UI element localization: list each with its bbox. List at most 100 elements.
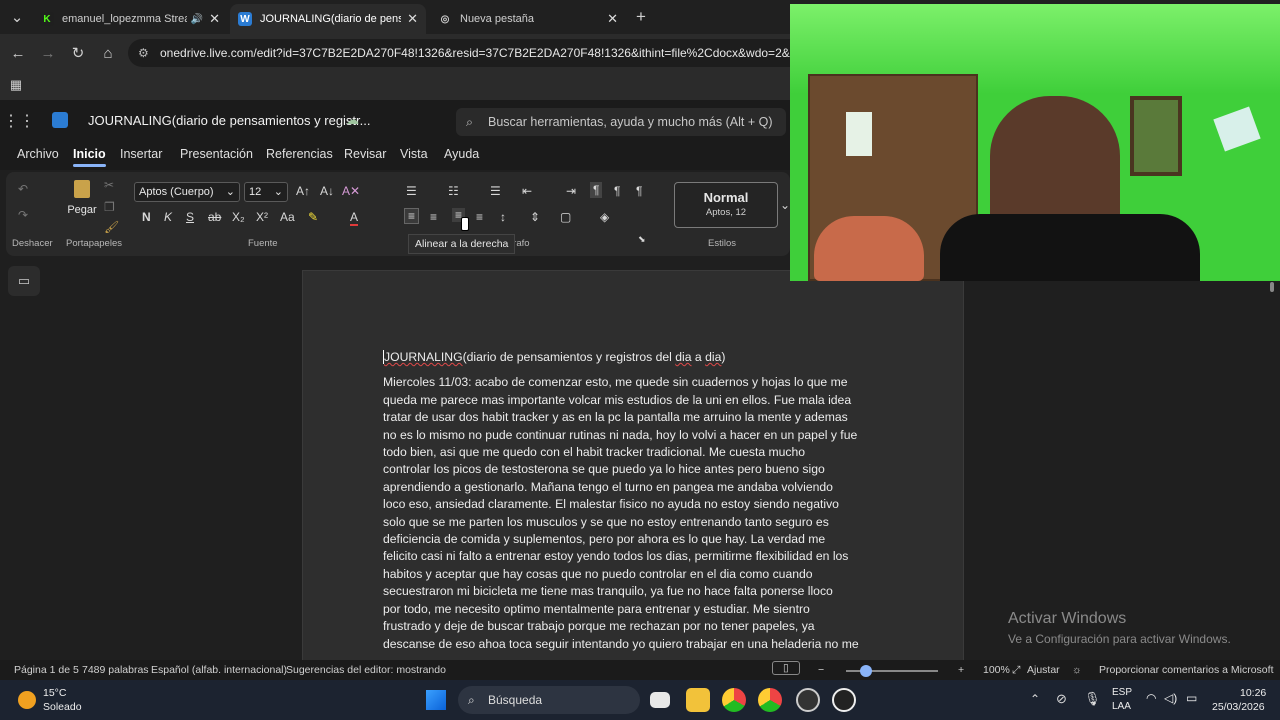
paragraph-spacing-icon[interactable]: ⇕	[530, 210, 540, 224]
ltr-icon[interactable]: ¶	[590, 182, 603, 198]
language-status[interactable]: Español (alfab. internacional)	[151, 664, 287, 676]
tab-stream[interactable]: K emanuel_lopezmma Stream 🔊 ✕	[32, 4, 228, 34]
document-title[interactable]: JOURNALING(diario de pensamientos y regi…	[88, 113, 371, 128]
page-view-icon[interactable]: ▯	[772, 661, 800, 675]
paste-button[interactable]: Pegar	[64, 180, 100, 230]
clear-format-icon[interactable]: A✕	[342, 184, 360, 198]
borders-icon[interactable]: ▢	[560, 210, 571, 224]
increase-indent-icon[interactable]: ⇥	[566, 184, 576, 198]
network-off-icon[interactable]: ⊘	[1056, 691, 1067, 707]
fit-icon[interactable]: ⤢	[1012, 664, 1020, 677]
clock-date[interactable]: 25/03/2026	[1212, 701, 1265, 713]
battery-icon[interactable]: ▭	[1186, 691, 1197, 705]
tab-vista[interactable]: Vista	[400, 147, 428, 161]
styles-more-chevron-icon[interactable]: ⌄	[780, 198, 790, 212]
document-page[interactable]: JOURNALING(diario de pensamientos y regi…	[302, 270, 964, 670]
lang-top[interactable]: ESP	[1112, 687, 1132, 698]
reload-icon[interactable]: ↻	[67, 42, 89, 64]
format-painter-icon[interactable]: 🖌	[104, 220, 119, 234]
tab-presentacion[interactable]: Presentación	[180, 147, 253, 161]
shading-icon[interactable]: ◈	[600, 210, 609, 224]
grow-font-icon[interactable]: A↑	[296, 184, 310, 198]
font-color-icon[interactable]: A	[350, 210, 359, 226]
copy-icon[interactable]: ❐	[104, 200, 115, 214]
chevron-up-icon[interactable]: ⌃	[1030, 692, 1040, 706]
numbering-icon[interactable]: ☷	[448, 184, 459, 198]
chrome-icon[interactable]	[722, 688, 746, 712]
change-case-icon[interactable]: Aa	[280, 210, 295, 224]
show-marks-icon[interactable]: ¶	[636, 184, 642, 198]
cut-icon[interactable]: ✂	[104, 178, 114, 192]
clock-time[interactable]: 10:26	[1240, 687, 1266, 699]
underline-button[interactable]: S	[186, 210, 194, 224]
word-count[interactable]: 7489 palabras	[82, 664, 149, 676]
volume-icon[interactable]: ◁)	[1164, 691, 1177, 705]
search-box[interactable]: ⌕ Buscar herramientas, ayuda y mucho más…	[456, 108, 786, 136]
url-field[interactable]: ⚙ onedrive.live.com/edit?id=37C7B2E2DA27…	[128, 39, 828, 67]
speaker-icon[interactable]: 🔊	[191, 14, 203, 25]
feedback-icon[interactable]: ☼	[1072, 664, 1082, 676]
task-view-icon[interactable]	[650, 692, 670, 708]
align-left-icon[interactable]: ≡	[404, 208, 420, 224]
back-icon[interactable]: ←	[7, 42, 29, 64]
forward-icon[interactable]: →	[37, 42, 59, 64]
home-icon[interactable]: ⌂	[97, 42, 119, 64]
bold-button[interactable]: N	[142, 210, 151, 224]
app-launcher-icon[interactable]: ⋮⋮	[3, 110, 35, 132]
decrease-indent-icon[interactable]: ⇤	[522, 184, 532, 198]
zoom-slider-thumb[interactable]	[860, 665, 872, 677]
weather-temp[interactable]: 15°C	[43, 687, 66, 699]
bullets-icon[interactable]: ☰	[406, 184, 417, 198]
font-name-dropdown[interactable]: Aptos (Cuerpo) ⌄	[134, 182, 240, 202]
justify-icon[interactable]: ≡	[476, 210, 483, 224]
navigation-pane-icon[interactable]: ▭	[8, 266, 40, 296]
strikethrough-icon[interactable]: ab	[208, 210, 221, 224]
zoom-slider[interactable]	[846, 665, 938, 677]
file-explorer-icon[interactable]	[686, 688, 710, 712]
tab-archivo[interactable]: Archivo	[17, 147, 59, 161]
font-size-dropdown[interactable]: 12 ⌄	[244, 182, 288, 202]
cloud-saved-icon[interactable]: ☁	[346, 112, 359, 128]
site-info-icon[interactable]: ⚙	[138, 39, 149, 67]
paragraph-dialog-icon[interactable]: ⬊	[638, 234, 646, 245]
shrink-font-icon[interactable]: A↓	[320, 184, 334, 198]
tab-new[interactable]: ◎ Nueva pestaña ✕	[430, 4, 626, 34]
lang-bottom[interactable]: LAA	[1112, 701, 1131, 712]
tab-journaling[interactable]: W JOURNALING(diario de pensam ✕	[230, 4, 426, 34]
page-count[interactable]: Página 1 de 5	[14, 664, 79, 676]
redo-icon[interactable]: ↷	[18, 208, 28, 222]
tab-insertar[interactable]: Insertar	[120, 147, 162, 161]
apps-grid-icon[interactable]: ▦	[5, 74, 27, 96]
tab-revisar[interactable]: Revisar	[344, 147, 386, 161]
italic-button[interactable]: K	[164, 210, 172, 224]
close-tab-icon[interactable]: ✕	[407, 11, 418, 27]
close-tab-icon[interactable]: ✕	[607, 11, 618, 27]
fit-button[interactable]: Ajustar	[1027, 664, 1060, 676]
highlight-icon[interactable]: ✎	[308, 210, 318, 224]
zoom-in-icon[interactable]: +	[958, 664, 964, 676]
editor-suggestions[interactable]: Sugerencias del editor: mostrando	[286, 664, 446, 676]
style-normal[interactable]: Normal Aptos, 12	[674, 182, 778, 228]
line-spacing-icon[interactable]: ↕	[500, 210, 506, 224]
vertical-scrollbar[interactable]	[1270, 282, 1274, 292]
undo-icon[interactable]: ↶	[18, 182, 28, 196]
new-tab-icon[interactable]: +	[630, 6, 652, 28]
zoom-out-icon[interactable]: −	[818, 664, 824, 676]
app-icon[interactable]	[832, 688, 856, 712]
taskbar-search[interactable]: ⌕ Búsqueda	[458, 686, 640, 714]
zoom-level[interactable]: 100%	[983, 664, 1010, 676]
weather-desc[interactable]: Soleado	[43, 701, 82, 713]
subscript-icon[interactable]: X₂	[232, 210, 245, 224]
chrome-active-icon[interactable]	[758, 688, 782, 712]
weather-sun-icon[interactable]	[18, 691, 36, 709]
microphone-icon[interactable]: 🎙	[1084, 691, 1101, 707]
feedback-link[interactable]: Proporcionar comentarios a Microsoft	[1099, 664, 1274, 676]
wifi-icon[interactable]: ◠	[1146, 691, 1156, 705]
windows-start-icon[interactable]	[426, 690, 446, 710]
close-tab-icon[interactable]: ✕	[209, 11, 220, 27]
superscript-icon[interactable]: X²	[256, 210, 268, 224]
tab-list-chevron-icon[interactable]: ⌄	[6, 6, 28, 28]
multilevel-list-icon[interactable]: ☰	[490, 184, 501, 198]
tab-referencias[interactable]: Referencias	[266, 147, 333, 161]
rtl-icon[interactable]: ¶	[614, 184, 620, 198]
